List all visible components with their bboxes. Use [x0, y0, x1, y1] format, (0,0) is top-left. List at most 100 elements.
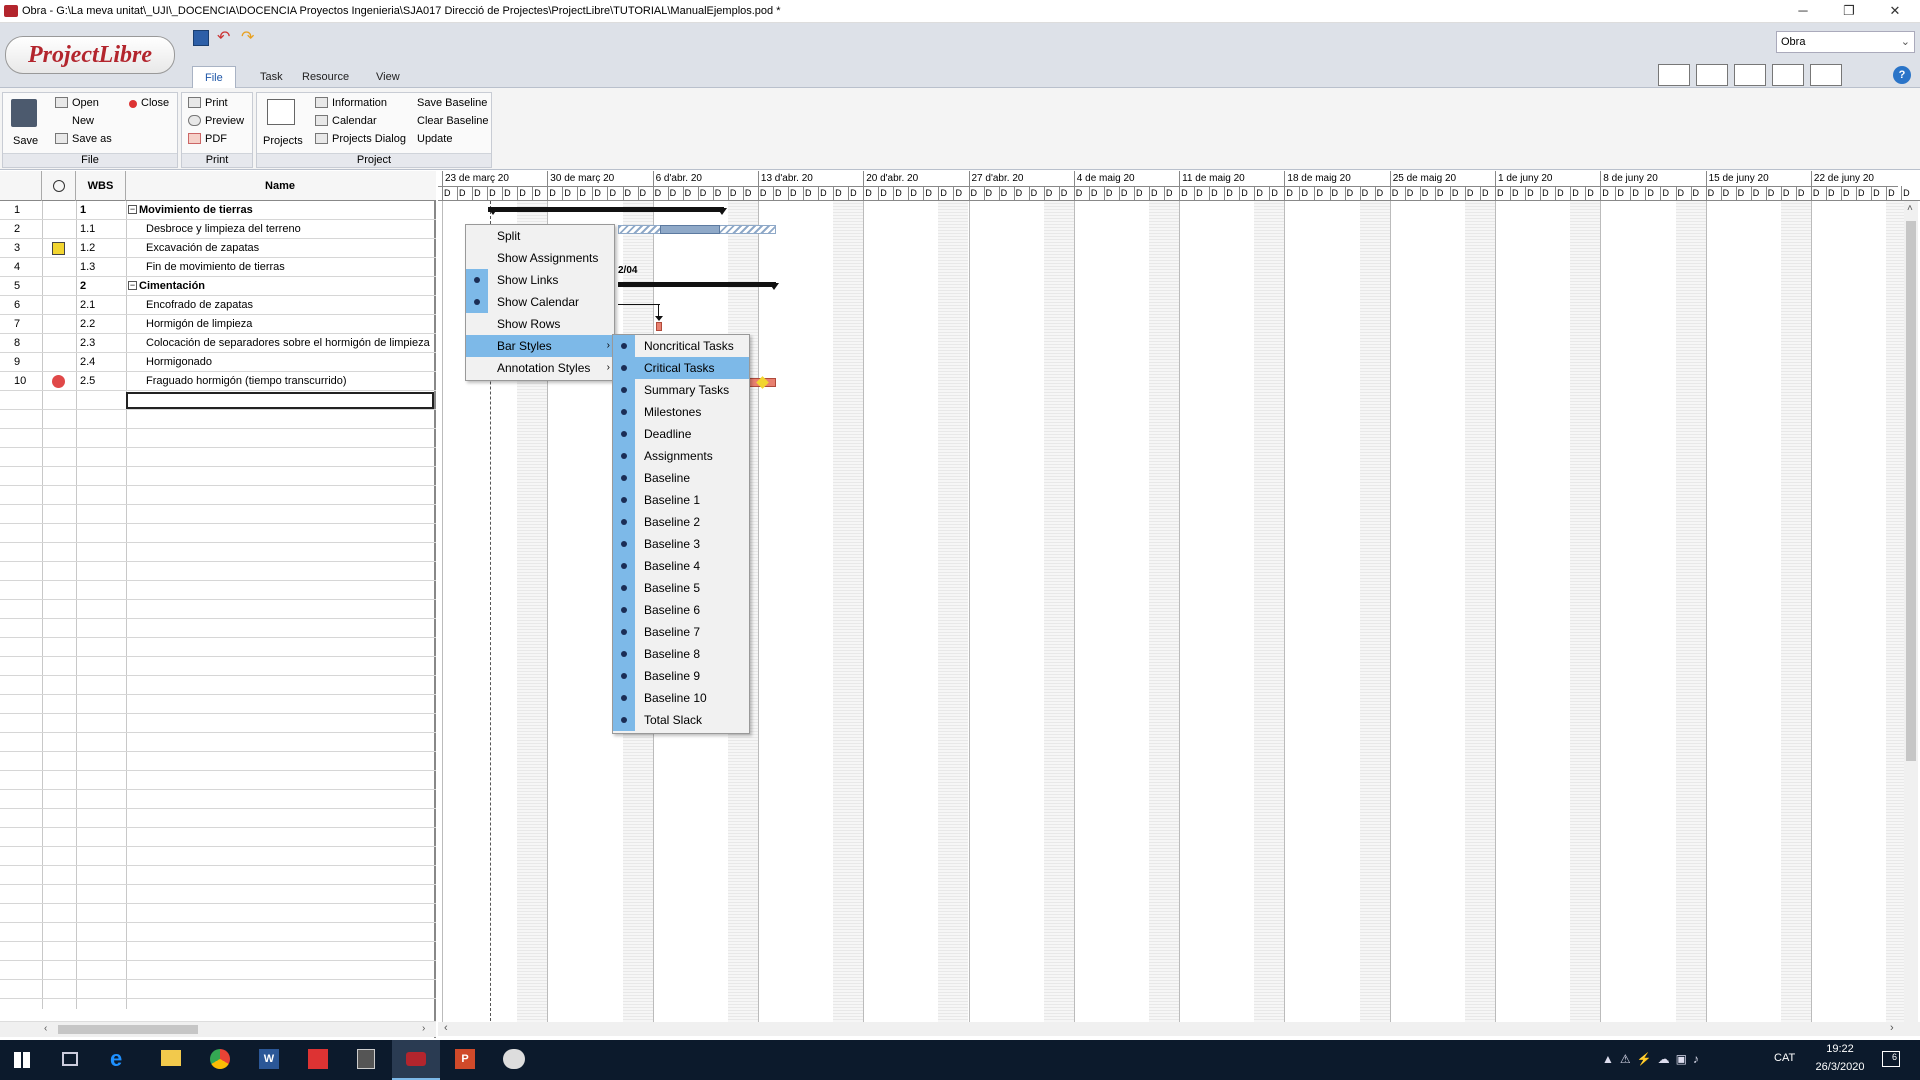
context-menu-item[interactable]: Show Rows	[466, 313, 614, 335]
histogram-view-icon[interactable]	[1658, 64, 1690, 86]
table-row[interactable]	[0, 885, 436, 904]
tab-file[interactable]: File	[192, 66, 236, 88]
calculator-icon[interactable]	[357, 1049, 375, 1069]
bar-style-item[interactable]: Baseline 4	[613, 555, 749, 577]
bar-style-item[interactable]: Baseline 10	[613, 687, 749, 709]
resource-usage-view-icon[interactable]	[1772, 64, 1804, 86]
table-row[interactable]	[0, 866, 436, 885]
calendar-icon[interactable]	[52, 242, 65, 255]
bar-style-item[interactable]: Baseline 5	[613, 577, 749, 599]
table-row[interactable]	[0, 847, 436, 866]
tab-view[interactable]: View	[364, 66, 412, 88]
tab-task[interactable]: Task	[248, 66, 295, 88]
clock-date[interactable]: 26/3/2020	[1808, 1061, 1872, 1073]
table-row[interactable]	[0, 961, 436, 980]
bar-style-item[interactable]: Milestones	[613, 401, 749, 423]
table-row[interactable]	[0, 600, 436, 619]
bar-style-item[interactable]: Critical Tasks	[613, 357, 749, 379]
table-row[interactable]	[0, 619, 436, 638]
table-row[interactable]	[0, 543, 436, 562]
table-row[interactable]	[0, 524, 436, 543]
blank-view-icon[interactable]	[1810, 64, 1842, 86]
table-row[interactable]: 2 1.1 Desbroce y limpieza del terreno	[0, 220, 436, 239]
indicators-header[interactable]	[42, 171, 76, 201]
bar-style-item[interactable]: Baseline 3	[613, 533, 749, 555]
projects-button[interactable]: Projects	[263, 133, 303, 149]
charts-view-icon[interactable]	[1696, 64, 1728, 86]
tab-resource[interactable]: Resource	[290, 66, 361, 88]
redo-icon[interactable]: ↷	[241, 30, 254, 46]
collapse-icon[interactable]: −	[128, 281, 137, 290]
table-row[interactable]: 7 2.2 Hormigón de limpieza	[0, 315, 436, 334]
table-row[interactable]	[0, 942, 436, 961]
file-explorer-icon[interactable]	[161, 1050, 181, 1066]
help-icon[interactable]: ?	[1893, 66, 1911, 84]
table-row[interactable]: 8 2.3 Colocación de separadores sobre el h…	[0, 334, 436, 353]
table-row[interactable]: 3 1.2 Excavación de zapatas	[0, 239, 436, 258]
row-name[interactable]: Movimiento de tierras	[139, 201, 429, 220]
gantt-vertical-scrollbar[interactable]: ˄	[1904, 201, 1918, 1023]
table-row[interactable]	[0, 828, 436, 847]
task-bar[interactable]	[660, 225, 720, 234]
context-menu-item[interactable]: Show Calendar	[466, 291, 614, 313]
table-row[interactable]	[0, 752, 436, 771]
row-name[interactable]: Cimentación	[139, 277, 429, 296]
bar-style-item[interactable]: Baseline 6	[613, 599, 749, 621]
projectlibre-taskbar-button[interactable]	[392, 1040, 440, 1080]
snipping-tool-icon[interactable]	[503, 1049, 525, 1069]
table-row[interactable]: 5 2 − Cimentación	[0, 277, 436, 296]
scroll-right-icon[interactable]: ›	[1890, 1022, 1894, 1034]
scroll-up-icon[interactable]: ˄	[1907, 203, 1913, 214]
table-row[interactable]	[0, 714, 436, 733]
table-row[interactable]: 6 2.1 Encofrado de zapatas	[0, 296, 436, 315]
table-row[interactable]	[0, 429, 436, 448]
critical-task-bar[interactable]	[656, 322, 662, 331]
table-row[interactable]	[0, 904, 436, 923]
calendar-button[interactable]: Calendar	[315, 113, 377, 129]
undo-icon[interactable]: ↶	[217, 30, 230, 46]
bar-style-item[interactable]: Baseline 8	[613, 643, 749, 665]
powerpoint-icon[interactable]: P	[455, 1049, 475, 1069]
print-button[interactable]: Print	[188, 95, 228, 111]
table-row[interactable]	[0, 410, 436, 429]
quick-save-icon[interactable]	[193, 30, 209, 46]
bar-style-item[interactable]: Total Slack	[613, 709, 749, 731]
context-menu-item[interactable]: Show Links	[466, 269, 614, 291]
new-button[interactable]: New	[55, 113, 94, 129]
row-name[interactable]: Colocación de separadores sobre el hormi…	[146, 334, 436, 353]
table-row[interactable]	[0, 923, 436, 942]
project-selector[interactable]: Obra ⌄	[1776, 31, 1915, 53]
task-usage-view-icon[interactable]	[1734, 64, 1766, 86]
table-row[interactable]	[0, 467, 436, 486]
restore-button[interactable]: ❐	[1826, 0, 1872, 23]
table-row[interactable]: 1 1 − Movimiento de tierras	[0, 201, 436, 220]
scroll-right-icon[interactable]: ›	[422, 1023, 425, 1034]
row-name[interactable]: Hormigonado	[146, 353, 436, 372]
name-header[interactable]: Name	[126, 171, 434, 201]
bar-style-item[interactable]: Baseline	[613, 467, 749, 489]
summary-bar[interactable]	[618, 282, 776, 287]
close-button[interactable]: Close	[129, 95, 169, 111]
row-name[interactable]: Encofrado de zapatas	[146, 296, 436, 315]
row-name[interactable]: Excavación de zapatas	[146, 239, 436, 258]
scroll-left-icon[interactable]: ‹	[444, 1022, 448, 1034]
bar-style-item[interactable]: Baseline 1	[613, 489, 749, 511]
language-indicator[interactable]: CAT	[1774, 1052, 1795, 1064]
table-row[interactable]	[0, 505, 436, 524]
windows-start-icon[interactable]	[14, 1052, 30, 1068]
word-icon[interactable]: W	[259, 1049, 279, 1069]
error-icon[interactable]	[52, 375, 65, 388]
table-row[interactable]	[0, 448, 436, 467]
row-name[interactable]: Desbroce y limpieza del terreno	[146, 220, 436, 239]
save-as-button[interactable]: Save as	[55, 131, 112, 147]
close-window-button[interactable]: ✕	[1872, 0, 1918, 23]
table-row[interactable]	[0, 581, 436, 600]
table-scrollbar[interactable]: ‹ ›	[0, 1021, 436, 1037]
table-row[interactable]	[0, 657, 436, 676]
table-scroll-thumb[interactable]	[58, 1025, 198, 1034]
bar-style-item[interactable]: Deadline	[613, 423, 749, 445]
row-name[interactable]: Hormigón de limpieza	[146, 315, 436, 334]
minimize-button[interactable]: ─	[1780, 0, 1826, 23]
task-view-icon[interactable]	[62, 1052, 78, 1066]
table-row[interactable]	[0, 790, 436, 809]
